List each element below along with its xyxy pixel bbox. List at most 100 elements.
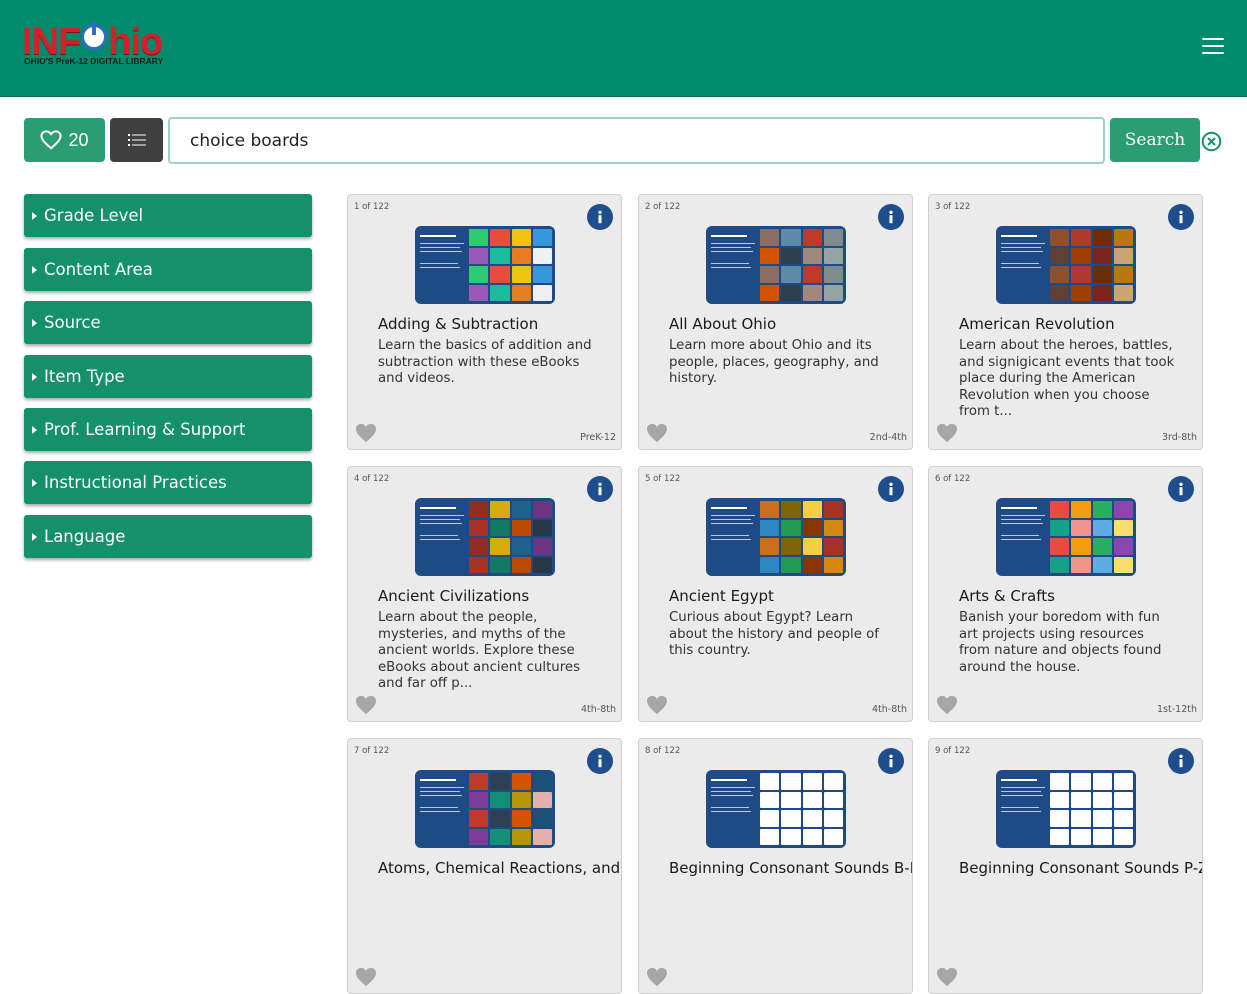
result-thumbnail[interactable] — [996, 226, 1136, 304]
thumbnail-collage — [760, 501, 843, 573]
info-icon[interactable] — [878, 204, 904, 230]
facet-content-area[interactable]: Content Area — [24, 248, 312, 291]
favorite-heart-icon[interactable] — [936, 423, 958, 443]
result-description: Learn more about Ohio and its people, pl… — [669, 338, 879, 386]
search-input[interactable] — [168, 117, 1105, 164]
info-icon[interactable] — [878, 476, 904, 502]
result-description: Banish your boredom with fun art project… — [959, 610, 1162, 675]
list-view-icon — [127, 134, 146, 146]
result-thumbnail[interactable] — [996, 770, 1136, 848]
grade-range: 2nd-4th — [869, 432, 907, 443]
thumbnail-text-panel — [999, 229, 1049, 301]
info-icon[interactable] — [587, 748, 613, 774]
facet-prof-learning[interactable]: Prof. Learning & Support — [24, 408, 312, 451]
caret-right-icon — [32, 265, 37, 274]
result-title[interactable]: Ancient Civilizations — [378, 588, 613, 605]
result-thumbnail[interactable] — [706, 226, 846, 304]
grade-range: 3rd-8th — [1161, 432, 1197, 443]
result-title[interactable]: American Revolution — [959, 316, 1194, 333]
grade-range: PreK-12 — [580, 432, 616, 443]
result-position: 7 of 122 — [354, 746, 390, 756]
favorite-heart-icon[interactable] — [646, 967, 668, 987]
result-title[interactable]: Beginning Consonant Sounds P-Z — [959, 860, 1202, 877]
favorite-heart-icon[interactable] — [936, 695, 958, 715]
favorite-heart-icon[interactable] — [646, 423, 668, 443]
result-thumbnail[interactable] — [415, 498, 555, 576]
result-thumbnail[interactable] — [996, 498, 1136, 576]
facet-label: Content Area — [44, 260, 153, 279]
clear-search-button[interactable] — [1201, 131, 1222, 152]
result-card[interactable]: 2 of 122 All About Ohio Learn more about O… — [638, 194, 913, 450]
thumbnail-collage — [760, 229, 843, 301]
facet-label: Grade Level — [44, 206, 144, 225]
caret-right-icon — [32, 211, 37, 220]
thumbnail-collage — [469, 773, 552, 845]
thumbnail-text-panel — [709, 501, 759, 573]
thumbnail-collage — [760, 773, 843, 845]
logo-tagline: OHIO'S PreK-12 DIGITAL LIBRARY — [24, 56, 164, 66]
hamburger-menu-icon[interactable] — [1202, 38, 1224, 56]
result-title[interactable]: Arts & Crafts — [959, 588, 1194, 605]
infohio-logo[interactable]: INF hio OHIO'S PreK-12 DIGITAL LIBRARY — [22, 21, 182, 70]
clear-circle-icon — [1201, 131, 1222, 152]
result-card[interactable]: 8 of 122 Beginning Consonant Sounds B-N — [638, 738, 913, 994]
favorites-count: 20 — [68, 129, 89, 150]
info-icon[interactable] — [1168, 476, 1194, 502]
facet-language[interactable]: Language — [24, 515, 312, 558]
grade-range: 4th-8th — [871, 704, 907, 715]
thumbnail-text-panel — [999, 773, 1049, 845]
thumbnail-collage — [1050, 229, 1133, 301]
result-card[interactable]: 1 of 122 Adding & Subtraction Learn the ba… — [347, 194, 622, 450]
info-icon[interactable] — [878, 748, 904, 774]
result-position: 1 of 122 — [354, 202, 390, 212]
thumbnail-text-panel — [418, 773, 468, 845]
site-header: INF hio OHIO'S PreK-12 DIGITAL LIBRARY — [0, 0, 1247, 97]
thumbnail-collage — [1050, 501, 1133, 573]
facet-source[interactable]: Source — [24, 301, 312, 344]
thumbnail-text-panel — [709, 773, 759, 845]
favorite-heart-icon[interactable] — [355, 695, 377, 715]
favorite-heart-icon[interactable] — [355, 967, 377, 987]
result-thumbnail[interactable] — [706, 770, 846, 848]
favorite-heart-icon[interactable] — [355, 423, 377, 443]
result-thumbnail[interactable] — [706, 498, 846, 576]
result-card[interactable]: 9 of 122 Beginning Consonant Sounds P-Z — [928, 738, 1203, 994]
result-card[interactable]: 6 of 122 Arts & Crafts Banish your boredom… — [928, 466, 1203, 722]
result-position: 4 of 122 — [354, 474, 390, 484]
result-card[interactable]: 3 of 122 American Revolution Learn about t… — [928, 194, 1203, 450]
facet-label: Prof. Learning & Support — [44, 420, 246, 439]
result-title[interactable]: Atoms, Chemical Reactions, and States of… — [378, 860, 621, 877]
favorite-heart-icon[interactable] — [936, 967, 958, 987]
result-title[interactable]: Beginning Consonant Sounds B-N — [669, 860, 912, 877]
info-icon[interactable] — [587, 476, 613, 502]
result-card[interactable]: 5 of 122 Ancient Egypt Curious about Egypt… — [638, 466, 913, 722]
caret-right-icon — [32, 372, 37, 381]
thumbnail-text-panel — [418, 229, 468, 301]
list-view-button[interactable] — [110, 118, 163, 162]
grade-range: 1st-12th — [1157, 704, 1197, 715]
facet-item-type[interactable]: Item Type — [24, 355, 312, 398]
result-title[interactable]: All About Ohio — [669, 316, 904, 333]
result-title[interactable]: Adding & Subtraction — [378, 316, 613, 333]
result-position: 2 of 122 — [645, 202, 681, 212]
info-icon[interactable] — [1168, 204, 1194, 230]
result-description: Learn about the people, mysteries, and m… — [378, 610, 581, 691]
favorite-heart-icon[interactable] — [646, 695, 668, 715]
thumbnail-text-panel — [418, 501, 468, 573]
facet-grade-level[interactable]: Grade Level — [24, 194, 312, 237]
result-card[interactable]: 4 of 122 Ancient Civilizations Learn about… — [347, 466, 622, 722]
caret-right-icon — [32, 318, 37, 327]
info-icon[interactable] — [1168, 748, 1194, 774]
result-thumbnail[interactable] — [415, 226, 555, 304]
info-icon[interactable] — [587, 204, 613, 230]
result-thumbnail[interactable] — [415, 770, 555, 848]
result-card[interactable]: 7 of 122 Atoms, Chemical Reactions, and S… — [347, 738, 622, 994]
facet-label: Instructional Practices — [44, 473, 227, 492]
favorites-button[interactable]: 20 — [24, 118, 105, 162]
search-button[interactable]: Search — [1110, 118, 1200, 162]
caret-right-icon — [32, 532, 37, 541]
facet-instructional-practices[interactable]: Instructional Practices — [24, 461, 312, 504]
result-title[interactable]: Ancient Egypt — [669, 588, 904, 605]
result-description: Curious about Egypt? Learn about the his… — [669, 610, 879, 658]
result-description: Learn about the heroes, battles, and sig… — [959, 338, 1175, 419]
